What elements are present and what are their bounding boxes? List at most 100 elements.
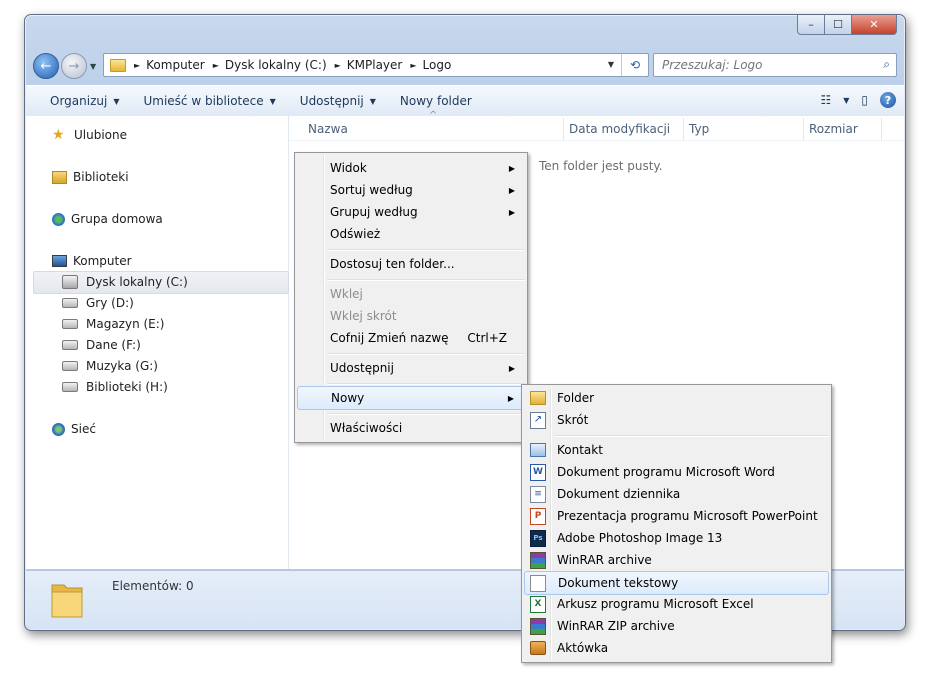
view-dropdown-icon[interactable]: ▼ [843,96,849,105]
submenu-item-winrar[interactable]: WinRAR archive [524,549,829,571]
preview-pane-icon[interactable]: ▯ [861,93,868,107]
menu-item-view[interactable]: Widok ▶ [297,157,525,179]
nav-network[interactable]: Sieć [52,422,96,436]
menu-item-label: Nowy [331,391,365,405]
back-button[interactable]: ← [33,53,59,79]
text-document-icon [530,575,546,592]
share-button[interactable]: Udostępnij ▼ [288,86,388,116]
nav-favorites[interactable]: ★ Ulubione [52,128,127,142]
view-options-icon[interactable]: ☷ [820,93,831,107]
nav-drive[interactable]: Dane (F:) [62,338,141,352]
breadcrumb: ► Komputer ► Dysk lokalny (C:) ► KMPlaye… [126,58,451,72]
menu-item-properties[interactable]: Właściwości [297,417,525,439]
menu-item-undo-rename[interactable]: Cofnij Zmień nazwę Ctrl+Z [297,327,525,349]
shortcut-icon: ↗ [530,412,546,429]
submenu-item-winrar-zip[interactable]: WinRAR ZIP archive [524,615,829,637]
nav-computer[interactable]: Komputer [52,254,132,268]
breadcrumb-item[interactable]: Logo [423,58,452,72]
search-input[interactable] [660,57,864,73]
submenu-arrow-icon: ▶ [508,207,515,217]
drive-icon [62,361,78,371]
nav-drive[interactable]: Muzyka (G:) [62,359,158,373]
navigation-buttons: ← → ▼ [33,53,96,79]
drive-icon [62,340,78,350]
new-submenu: Folder ↗ Skrót Kontakt W Dokument progra… [521,384,832,663]
star-icon: ★ [52,127,65,143]
maximize-button[interactable]: ☐ [825,15,852,35]
submenu-item-folder[interactable]: Folder [524,387,829,409]
column-headers: Nazwa ^ Data modyfikacji Typ Rozmiar [289,110,904,141]
menu-item-label: Adobe Photoshop Image 13 [557,531,723,545]
submenu-item-journal[interactable]: ≡ Dokument dziennika [524,483,829,505]
menu-item-label: WinRAR archive [557,553,652,567]
computer-icon [52,255,67,267]
menu-item-label: Folder [557,391,595,405]
nav-drive[interactable]: Gry (D:) [62,296,134,310]
navigation-pane: ★ Ulubione Biblioteki Grupa domowa Kompu… [26,116,289,569]
breadcrumb-separator[interactable]: ► [213,61,219,70]
organize-button[interactable]: Organizuj ▼ [26,86,131,116]
column-type[interactable]: Typ [689,122,709,136]
column-name[interactable]: Nazwa [308,122,348,136]
nav-homegroup[interactable]: Grupa domowa [52,212,163,226]
menu-item-share[interactable]: Udostępnij ▶ [297,357,525,379]
nav-label: Biblioteki (H:) [86,380,168,394]
breadcrumb-item[interactable]: KMPlayer [347,58,403,72]
column-date[interactable]: Data modyfikacji [569,122,670,136]
submenu-item-excel[interactable]: X Arkusz programu Microsoft Excel [524,593,829,615]
recent-pages-dropdown[interactable]: ▼ [90,62,96,71]
submenu-item-photoshop[interactable]: Ps Adobe Photoshop Image 13 [524,527,829,549]
minimize-button[interactable]: – [797,15,825,35]
include-in-library-button[interactable]: Umieść w bibliotece ▼ [131,86,287,116]
chevron-down-icon: ▼ [369,96,376,106]
menu-item-group-by[interactable]: Grupuj według ▶ [297,201,525,223]
close-button[interactable]: ✕ [852,15,897,35]
menu-item-label: Aktówka [557,641,609,655]
menu-item-refresh[interactable]: Odśwież [297,223,525,245]
address-bar[interactable]: ► Komputer ► Dysk lokalny (C:) ► KMPlaye… [103,53,649,77]
submenu-arrow-icon: ▶ [508,185,515,195]
submenu-item-contact[interactable]: Kontakt [524,439,829,461]
search-box[interactable]: ⌕ [653,53,897,77]
nav-drive[interactable]: Magazyn (E:) [62,317,165,331]
breadcrumb-separator[interactable]: ► [134,61,140,70]
include-in-library-label: Umieść w bibliotece [143,94,264,108]
powerpoint-icon: P [530,508,546,525]
folder-icon [530,391,546,405]
submenu-item-text-document[interactable]: Dokument tekstowy [524,571,829,595]
column-divider[interactable] [683,118,684,140]
menu-item-customize-folder[interactable]: Dostosuj ten folder... [297,253,525,275]
menu-item-label: Udostępnij [330,361,394,375]
menu-separator [327,383,525,385]
drive-icon [62,382,78,392]
column-divider[interactable] [563,118,564,140]
breadcrumb-separator[interactable]: ► [335,61,341,70]
refresh-button[interactable]: ⟲ [621,54,648,76]
column-divider[interactable] [881,118,882,140]
winrar-zip-icon [530,618,546,635]
nav-drive[interactable]: Dysk lokalny (C:) [62,275,188,289]
nav-libraries[interactable]: Biblioteki [52,170,129,184]
submenu-item-shortcut[interactable]: ↗ Skrót [524,409,829,431]
journal-icon: ≡ [530,486,546,503]
column-divider[interactable] [803,118,804,140]
submenu-item-powerpoint[interactable]: P Prezentacja programu Microsoft PowerPo… [524,505,829,527]
system-drive-icon [62,275,78,289]
breadcrumb-item[interactable]: Dysk lokalny (C:) [225,58,327,72]
contact-icon [530,443,546,457]
menu-item-sort-by[interactable]: Sortuj według ▶ [297,179,525,201]
sort-arrow-icon: ^ [429,110,438,121]
breadcrumb-item[interactable]: Komputer [146,58,205,72]
column-size[interactable]: Rozmiar [809,122,858,136]
submenu-item-briefcase[interactable]: Aktówka [524,637,829,659]
help-icon[interactable]: ? [880,92,896,108]
forward-button[interactable]: → [61,53,87,79]
menu-item-new[interactable]: Nowy ▶ [297,386,525,410]
menu-item-label: Widok [330,161,367,175]
search-icon[interactable]: ⌕ [883,57,890,72]
nav-drive[interactable]: Biblioteki (H:) [62,380,168,394]
address-dropdown[interactable]: ▼ [608,60,614,69]
word-icon: W [530,464,546,481]
breadcrumb-separator[interactable]: ► [410,61,416,70]
submenu-item-word[interactable]: W Dokument programu Microsoft Word [524,461,829,483]
